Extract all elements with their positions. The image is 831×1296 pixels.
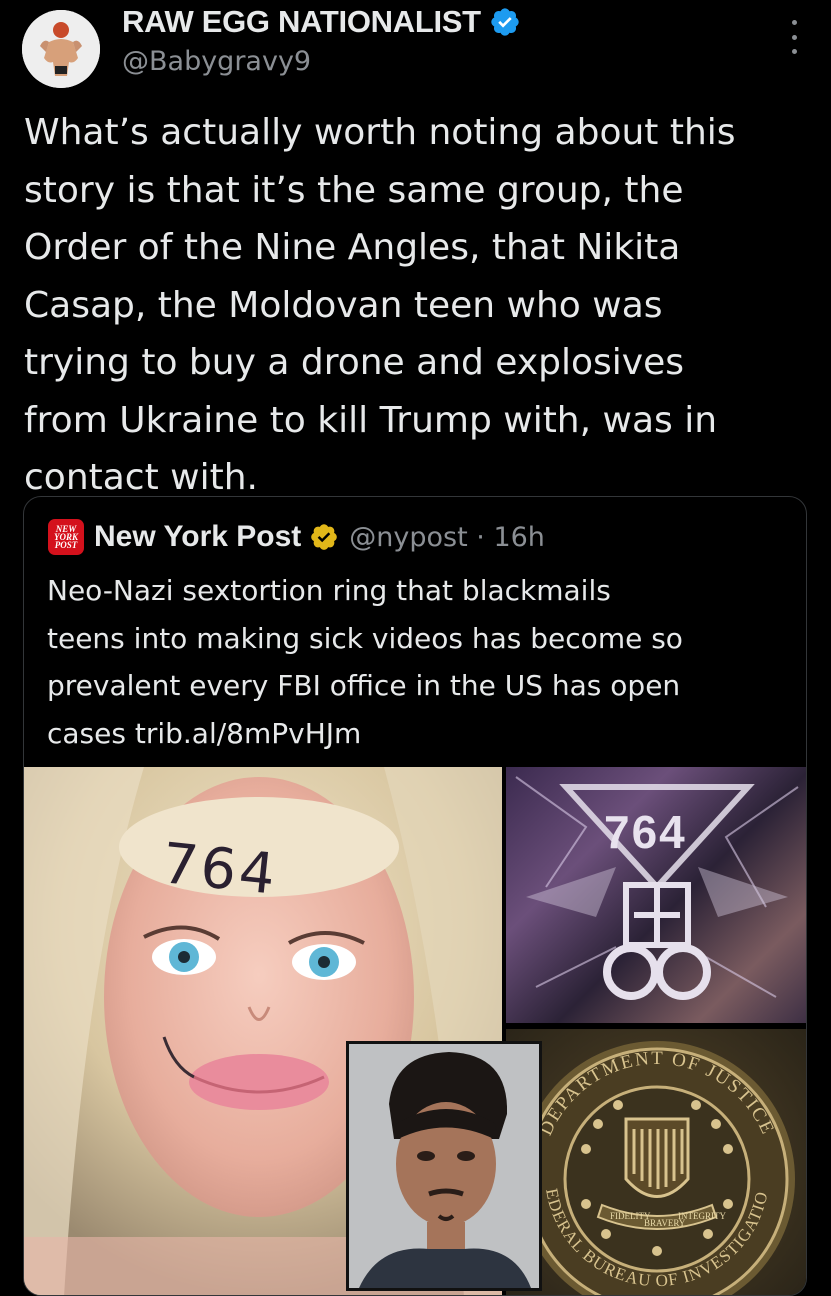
author-name[interactable]: RAW EGG NATIONALIST bbox=[122, 4, 481, 40]
author-avatar[interactable] bbox=[22, 10, 100, 88]
mugshot-person-illustration bbox=[349, 1044, 539, 1288]
fbi-seal-illustration: DEPARTMENT OF JUSTICE FEDERAL BUREAU OF … bbox=[506, 1029, 795, 1295]
seal-banner-right: INTEGRITY bbox=[678, 1211, 726, 1221]
nypost-logo-icon[interactable]: NEW YORK POST bbox=[48, 519, 84, 555]
author-name-row: RAW EGG NATIONALIST bbox=[122, 2, 521, 42]
quoted-handle-time: @nypost · 16h bbox=[349, 521, 545, 553]
avatar-figure-icon bbox=[22, 10, 100, 88]
barbie-forehead-writing: 764 bbox=[158, 831, 281, 908]
fbi-seal-image[interactable]: DEPARTMENT OF JUSTICE FEDERAL BUREAU OF … bbox=[506, 1029, 806, 1295]
more-options-icon[interactable] bbox=[786, 20, 802, 54]
quoted-tweet-text: Neo-Nazi sextortion ring that blackmails… bbox=[47, 574, 683, 750]
quoted-author-name[interactable]: New York Post bbox=[94, 520, 301, 554]
occult-symbol-image[interactable]: 764 bbox=[506, 767, 806, 1023]
mugshot-photo[interactable] bbox=[346, 1041, 542, 1291]
quoted-tweet-card[interactable]: NEW YORK POST New York Post @nypost · 16h … bbox=[23, 496, 807, 1296]
occult-number-text: 764 bbox=[604, 806, 687, 858]
quoted-media-grid[interactable]: 764 764 DEPARTMENT OF JUSTICE EDERAL BUR… bbox=[24, 767, 806, 1295]
gold-verified-badge-icon bbox=[311, 524, 338, 550]
quoted-tweet-header: NEW YORK POST New York Post @nypost · 16h bbox=[48, 517, 545, 557]
tweet-text: What’s actually worth noting about this … bbox=[24, 112, 736, 498]
author-handle[interactable]: @Babygravy9 bbox=[122, 46, 311, 77]
verified-badge-icon bbox=[491, 8, 519, 36]
